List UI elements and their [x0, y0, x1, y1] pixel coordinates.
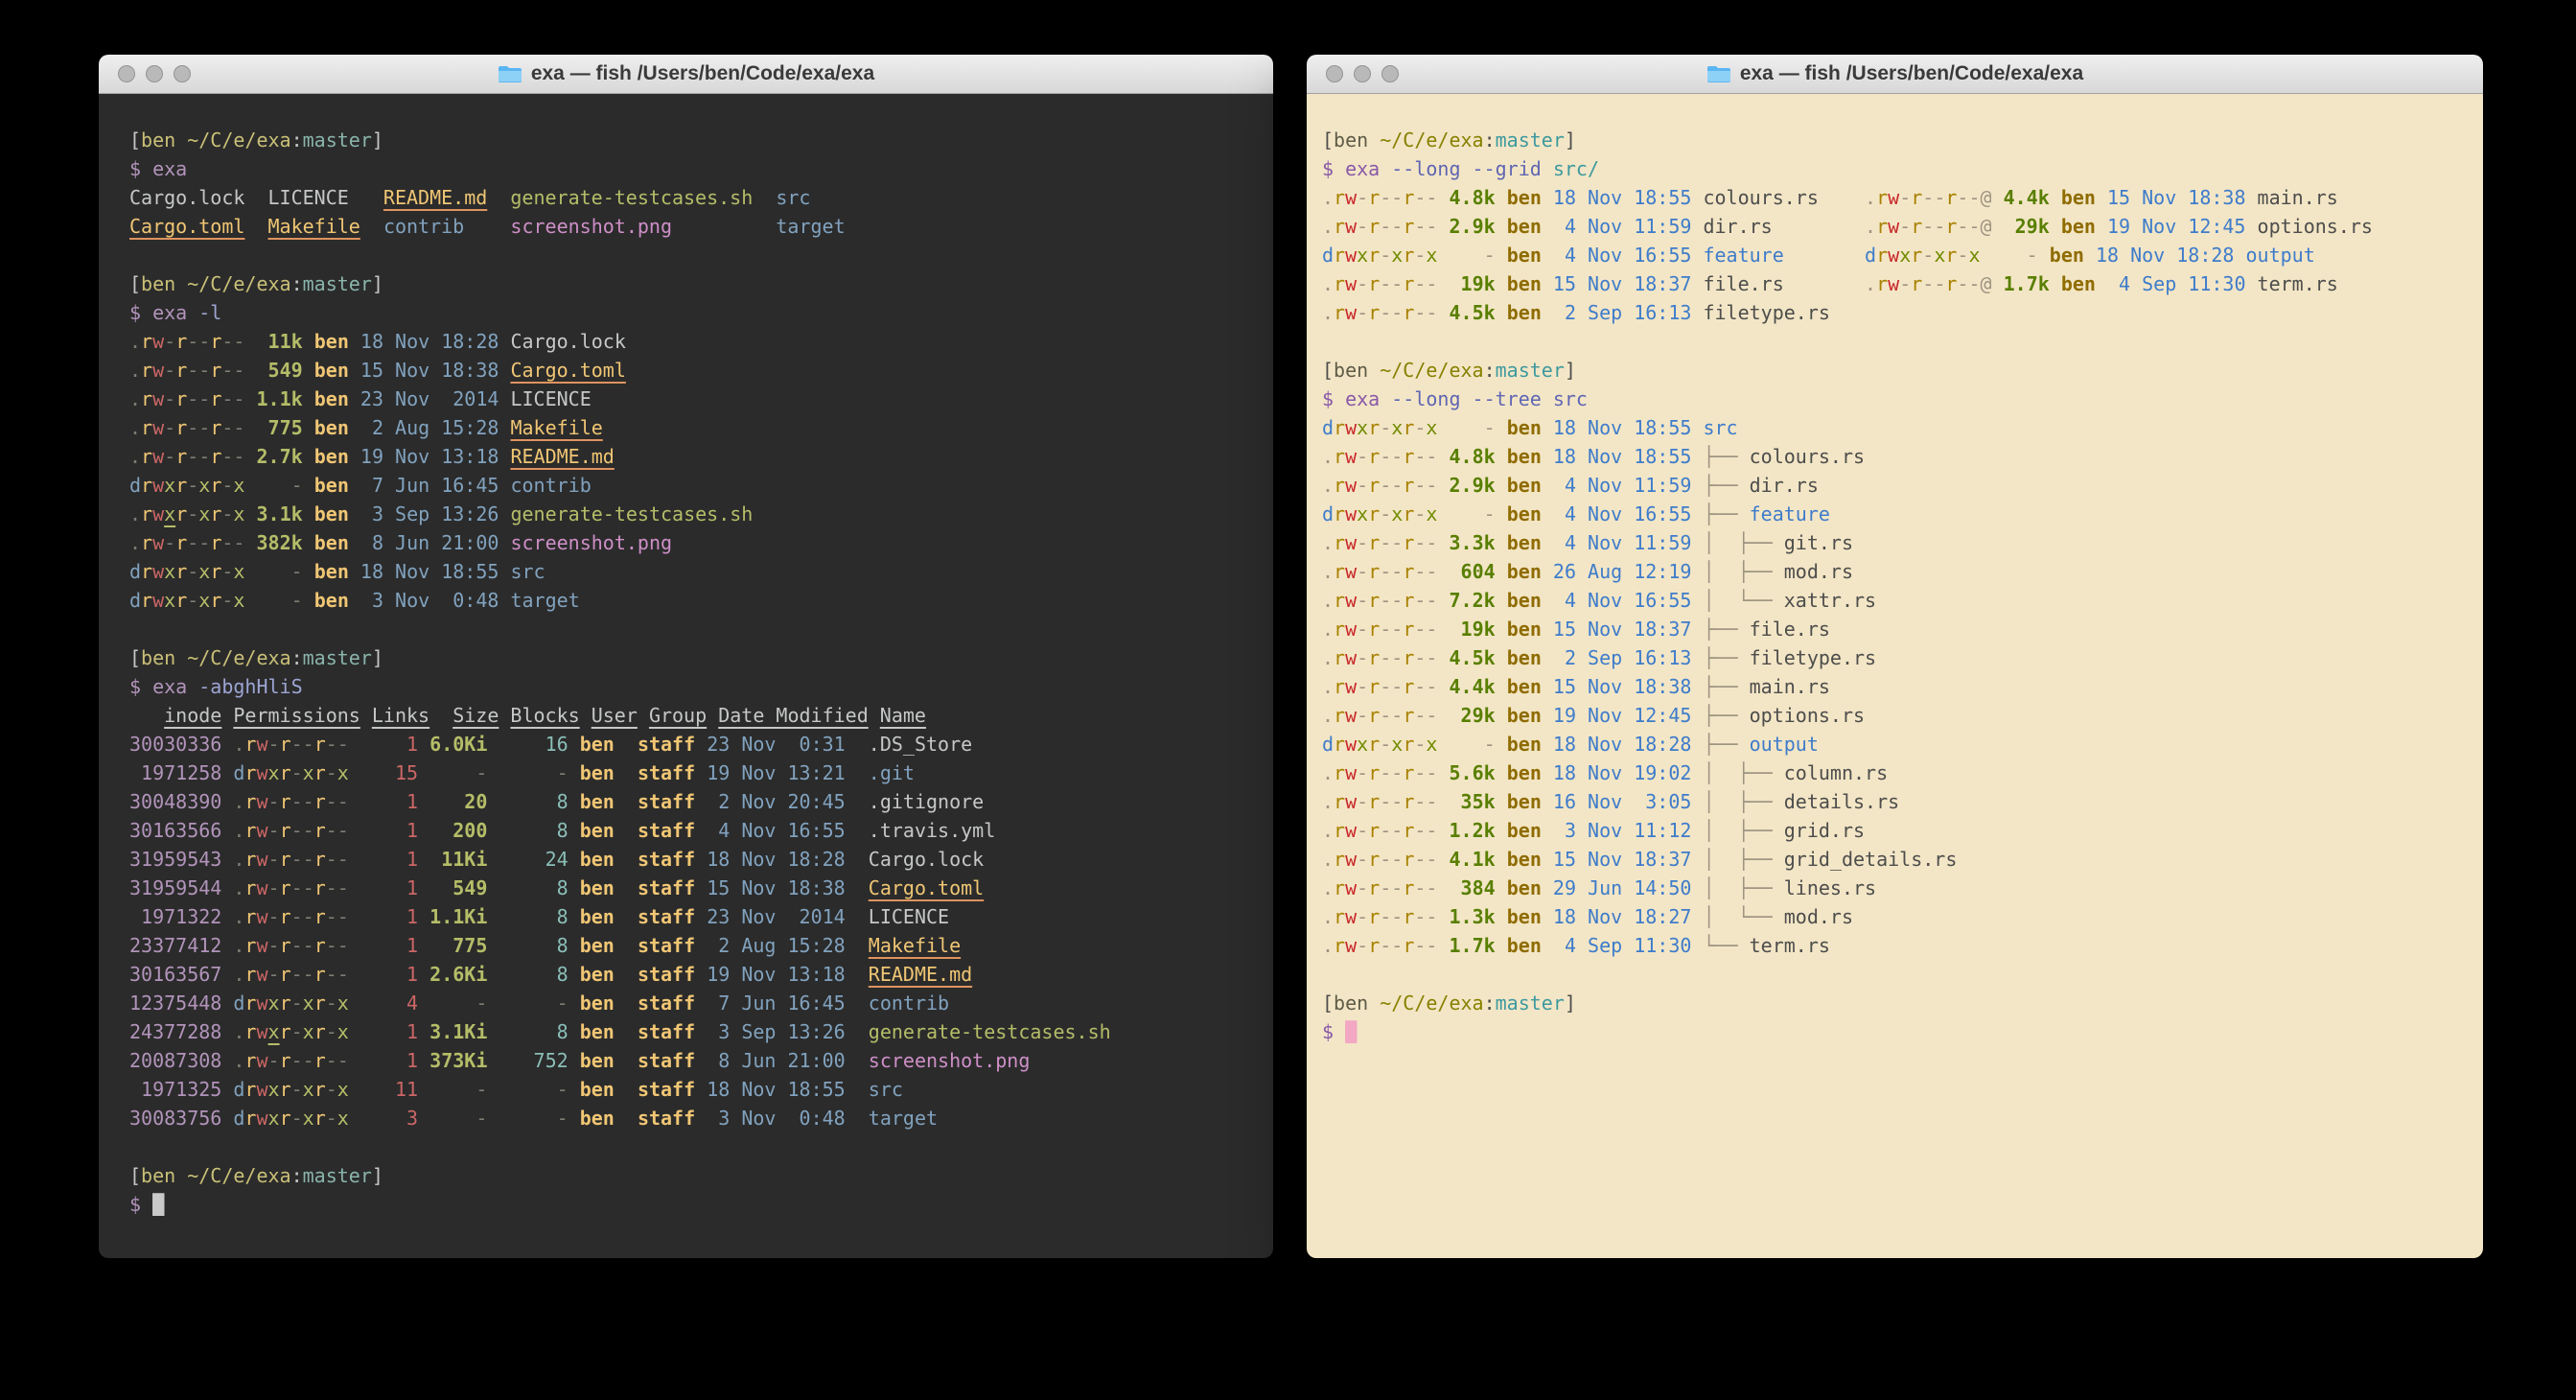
titlebar[interactable]: exa — fish /Users/ben/Code/exa/exa — [1307, 55, 2483, 94]
terminal-line: [ben ~/C/e/exa:master] — [1322, 126, 2464, 154]
terminal-line — [129, 241, 1254, 269]
terminal-line: .rw-r--r-- 5.6k ben 18 Nov 19:02 │ ├── c… — [1322, 758, 2464, 787]
terminal-line: drwxr-xr-x - ben 7 Jun 16:45 contrib — [129, 471, 1254, 500]
terminal-line: .rw-r--r-- 7.2k ben 4 Nov 16:55 │ └── xa… — [1322, 586, 2464, 615]
terminal-line: .rw-r--r-- 4.5k ben 2 Sep 16:13 ├── file… — [1322, 643, 2464, 672]
terminal-line: [ben ~/C/e/exa:master] — [129, 126, 1254, 154]
terminal-line: $ █ — [129, 1190, 1254, 1219]
terminal-line: .rw-r--r-- 4.8k ben 18 Nov 18:55 colours… — [1322, 183, 2464, 212]
terminal-line: $ exa — [129, 154, 1254, 183]
terminal-line: .rwxr-xr-x 3.1k ben 3 Sep 13:26 generate… — [129, 500, 1254, 528]
window-controls — [1326, 65, 1399, 82]
terminal-line: drwxr-xr-x - ben 18 Nov 18:28 ├── output — [1322, 730, 2464, 758]
terminal-line: [ben ~/C/e/exa:master] — [1322, 356, 2464, 385]
terminal-line: .rw-r--r-- 2.9k ben 4 Nov 11:59 dir.rs .… — [1322, 212, 2464, 241]
terminal-line: $ exa -abghHliS — [129, 672, 1254, 701]
terminal-screen[interactable]: [ben ~/C/e/exa:master]$ exa --long --gri… — [1307, 94, 2483, 1258]
terminal-line: Cargo.lock LICENCE README.md generate-te… — [129, 183, 1254, 212]
close-button[interactable] — [118, 65, 135, 82]
window-title: exa — fish /Users/ben/Code/exa/exa — [1706, 62, 2083, 85]
zoom-button[interactable] — [174, 65, 191, 82]
terminal-line: .rw-r--r-- 11k ben 18 Nov 18:28 Cargo.lo… — [129, 327, 1254, 356]
terminal-line: [ben ~/C/e/exa:master] — [129, 643, 1254, 672]
terminal-line: 1971325 drwxr-xr-x 11 - - ben staff 18 N… — [129, 1075, 1254, 1104]
window-title-text: exa — fish /Users/ben/Code/exa/exa — [1740, 62, 2083, 85]
terminal-line: .rw-r--r-- 1.1k ben 23 Nov 2014 LICENCE — [129, 385, 1254, 413]
folder-icon — [498, 64, 522, 83]
terminal-line: [ben ~/C/e/exa:master] — [129, 1161, 1254, 1190]
terminal-line — [1322, 327, 2464, 356]
terminal-line: [ben ~/C/e/exa:master] — [1322, 989, 2464, 1017]
terminal-window-dark: exa — fish /Users/ben/Code/exa/exa [ben … — [99, 55, 1273, 1258]
terminal-line: $ exa --long --grid src/ — [1322, 154, 2464, 183]
terminal-line: .rw-r--r-- 384 ben 29 Jun 14:50 │ ├── li… — [1322, 874, 2464, 902]
terminal-line: 20087308 .rw-r--r-- 1 373Ki 752 ben staf… — [129, 1046, 1254, 1075]
terminal-line: .rw-r--r-- 35k ben 16 Nov 3:05 │ ├── det… — [1322, 787, 2464, 816]
terminal-line: 24377288 .rwxr-xr-x 1 3.1Ki 8 ben staff … — [129, 1017, 1254, 1046]
terminal-line: .rw-r--r-- 1.7k ben 4 Sep 11:30 └── term… — [1322, 931, 2464, 960]
terminal-line: .rw-r--r-- 4.1k ben 15 Nov 18:37 │ ├── g… — [1322, 845, 2464, 874]
minimize-button[interactable] — [146, 65, 163, 82]
terminal-line: 31959544 .rw-r--r-- 1 549 8 ben staff 15… — [129, 874, 1254, 902]
terminal-line — [129, 615, 1254, 643]
terminal-line: .rw-r--r-- 2.7k ben 19 Nov 13:18 README.… — [129, 442, 1254, 471]
terminal-line: .rw-r--r-- 4.8k ben 18 Nov 18:55 ├── col… — [1322, 442, 2464, 471]
terminal-line: 23377412 .rw-r--r-- 1 775 8 ben staff 2 … — [129, 931, 1254, 960]
terminal-line: .rw-r--r-- 3.3k ben 4 Nov 11:59 │ ├── gi… — [1322, 528, 2464, 557]
terminal-window-light: exa — fish /Users/ben/Code/exa/exa [ben … — [1307, 55, 2483, 1258]
terminal-line: drwxr-xr-x - ben 4 Nov 16:55 ├── feature — [1322, 500, 2464, 528]
terminal-line: 1971258 drwxr-xr-x 15 - - ben staff 19 N… — [129, 758, 1254, 787]
terminal-line: 30163566 .rw-r--r-- 1 200 8 ben staff 4 … — [129, 816, 1254, 845]
terminal-line: 30048390 .rw-r--r-- 1 20 8 ben staff 2 N… — [129, 787, 1254, 816]
terminal-line: 1971322 .rw-r--r-- 1 1.1Ki 8 ben staff 2… — [129, 902, 1254, 931]
terminal-line: drwxr-xr-x - ben 4 Nov 16:55 feature drw… — [1322, 241, 2464, 269]
window-title: exa — fish /Users/ben/Code/exa/exa — [498, 62, 874, 85]
terminal-line: 31959543 .rw-r--r-- 1 11Ki 24 ben staff … — [129, 845, 1254, 874]
close-button[interactable] — [1326, 65, 1343, 82]
terminal-line: Cargo.toml Makefile contrib screenshot.p… — [129, 212, 1254, 241]
terminal-line: .rw-r--r-- 4.4k ben 15 Nov 18:38 ├── mai… — [1322, 672, 2464, 701]
terminal-line: 30163567 .rw-r--r-- 1 2.6Ki 8 ben staff … — [129, 960, 1254, 989]
desktop: { "colors": { "desktop_bg": "#000000", "… — [0, 0, 2576, 1400]
zoom-button[interactable] — [1381, 65, 1399, 82]
terminal-line: [ben ~/C/e/exa:master] — [129, 269, 1254, 298]
terminal-line: .rw-r--r-- 604 ben 26 Aug 12:19 │ ├── mo… — [1322, 557, 2464, 586]
folder-icon — [1706, 64, 1731, 83]
terminal-screen[interactable]: [ben ~/C/e/exa:master]$ exaCargo.lock LI… — [99, 94, 1273, 1258]
terminal-line: $ exa --long --tree src — [1322, 385, 2464, 413]
titlebar[interactable]: exa — fish /Users/ben/Code/exa/exa — [99, 55, 1273, 94]
terminal-line: .rw-r--r-- 1.2k ben 3 Nov 11:12 │ ├── gr… — [1322, 816, 2464, 845]
minimize-button[interactable] — [1354, 65, 1371, 82]
terminal-line: inode Permissions Links Size Blocks User… — [129, 701, 1254, 730]
terminal-line: 30030336 .rw-r--r-- 1 6.0Ki 16 ben staff… — [129, 730, 1254, 758]
terminal-line: drwxr-xr-x - ben 18 Nov 18:55 src — [1322, 413, 2464, 442]
terminal-line: .rw-r--r-- 1.3k ben 18 Nov 18:27 │ └── m… — [1322, 902, 2464, 931]
window-controls — [118, 65, 191, 82]
terminal-line: $ █ — [1322, 1017, 2464, 1046]
terminal-line: .rw-r--r-- 19k ben 15 Nov 18:37 file.rs … — [1322, 269, 2464, 298]
terminal-line — [1322, 960, 2464, 989]
terminal-line: .rw-r--r-- 549 ben 15 Nov 18:38 Cargo.to… — [129, 356, 1254, 385]
terminal-line: drwxr-xr-x - ben 3 Nov 0:48 target — [129, 586, 1254, 615]
terminal-line: .rw-r--r-- 4.5k ben 2 Sep 16:13 filetype… — [1322, 298, 2464, 327]
terminal-line: .rw-r--r-- 19k ben 15 Nov 18:37 ├── file… — [1322, 615, 2464, 643]
terminal-line: .rw-r--r-- 29k ben 19 Nov 12:45 ├── opti… — [1322, 701, 2464, 730]
terminal-line — [129, 1132, 1254, 1161]
terminal-line: .rw-r--r-- 775 ben 2 Aug 15:28 Makefile — [129, 413, 1254, 442]
terminal-line: $ exa -l — [129, 298, 1254, 327]
terminal-line: drwxr-xr-x - ben 18 Nov 18:55 src — [129, 557, 1254, 586]
terminal-line: 12375448 drwxr-xr-x 4 - - ben staff 7 Ju… — [129, 989, 1254, 1017]
terminal-line: .rw-r--r-- 382k ben 8 Jun 21:00 screensh… — [129, 528, 1254, 557]
window-title-text: exa — fish /Users/ben/Code/exa/exa — [531, 62, 874, 85]
terminal-line: 30083756 drwxr-xr-x 3 - - ben staff 3 No… — [129, 1104, 1254, 1132]
terminal-line: .rw-r--r-- 2.9k ben 4 Nov 11:59 ├── dir.… — [1322, 471, 2464, 500]
